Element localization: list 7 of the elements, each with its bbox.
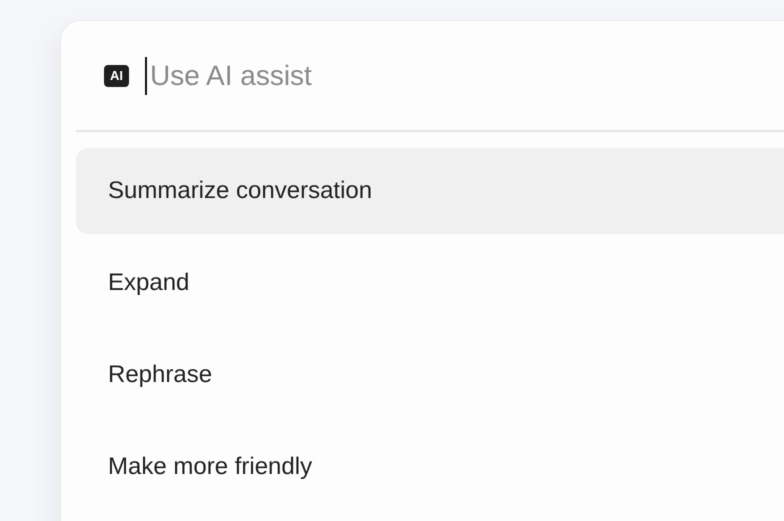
ai-badge: AI — [104, 64, 129, 86]
text-cursor — [145, 56, 147, 94]
menu-item[interactable]: Summarize conversation — [76, 148, 784, 234]
search-field[interactable]: Use AI assist — [147, 60, 550, 92]
menu-item[interactable]: Expand — [76, 240, 784, 326]
menu-item[interactable]: Rephrase — [76, 332, 784, 418]
menu-item[interactable]: Make more friendly — [76, 424, 784, 510]
